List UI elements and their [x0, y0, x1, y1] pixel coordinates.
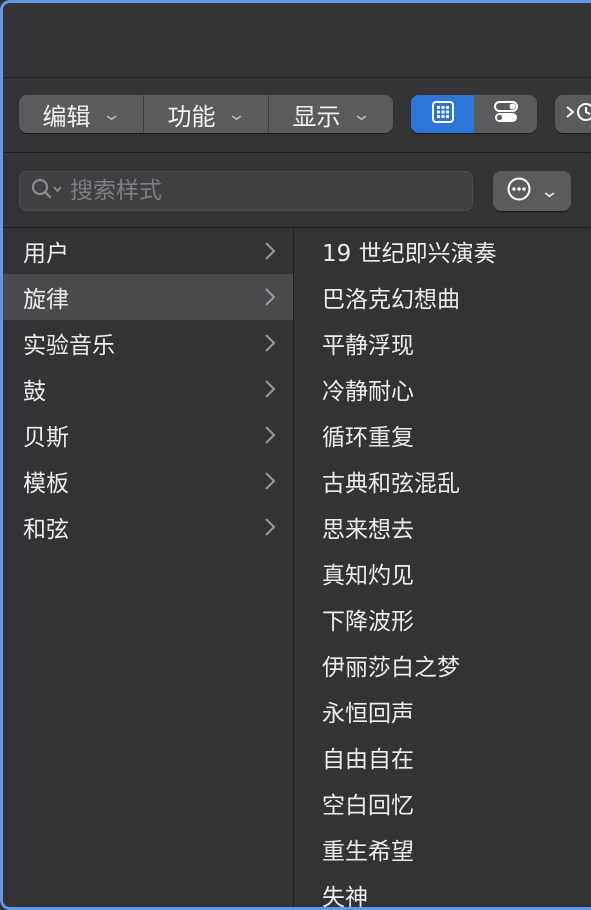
edit-menu-label: 编辑 — [42, 102, 91, 131]
style-item[interactable]: 巴洛克幻想曲 — [294, 274, 591, 320]
chevron-right-icon — [263, 412, 277, 458]
style-item[interactable]: 思来想去 — [294, 504, 591, 550]
search-field[interactable] — [19, 171, 473, 211]
category-label: 贝斯 — [23, 425, 69, 451]
style-item[interactable]: 循环重复 — [294, 412, 591, 458]
grid-view-button[interactable] — [411, 95, 474, 133]
category-label: 实验音乐 — [23, 333, 115, 359]
style-item[interactable]: 下降波形 — [294, 596, 591, 642]
style-item[interactable]: 空白回忆 — [294, 780, 591, 826]
ellipsis-circle-icon — [506, 176, 532, 206]
category-item-bass[interactable]: 贝斯 — [3, 412, 293, 458]
chevron-right-icon — [263, 320, 277, 366]
function-menu-button[interactable]: 功能 ⌄ — [144, 95, 269, 133]
toggle-switches-icon — [492, 99, 520, 129]
display-menu-button[interactable]: 显示 ⌄ — [269, 95, 393, 133]
menu-segmented-control: 编辑 ⌄ 功能 ⌄ 显示 ⌄ — [19, 95, 393, 133]
style-item[interactable]: 古典和弦混乱 — [294, 458, 591, 504]
options-button[interactable]: ⌄ — [493, 171, 571, 211]
style-list: 19 世纪即兴演奏 巴洛克幻想曲 平静浮现 冷静耐心 循环重复 古典和弦混乱 思… — [294, 228, 591, 907]
category-item-drums[interactable]: 鼓 — [3, 366, 293, 412]
category-item-experimental[interactable]: 实验音乐 — [3, 320, 293, 366]
style-item[interactable]: 平静浮现 — [294, 320, 591, 366]
chevron-down-icon: ⌄ — [102, 103, 122, 125]
title-bar — [3, 3, 591, 78]
chevron-down-icon: ⌄ — [352, 103, 372, 125]
category-list: 用户 旋律 实验音乐 鼓 贝斯 模板 和弦 — [3, 228, 294, 907]
category-label: 鼓 — [23, 379, 46, 405]
display-menu-label: 显示 — [292, 102, 341, 131]
function-menu-label: 功能 — [167, 102, 216, 131]
category-label: 和弦 — [23, 517, 69, 543]
edit-menu-button[interactable]: 编辑 ⌄ — [19, 95, 144, 133]
search-input[interactable] — [68, 177, 452, 205]
style-item[interactable]: 真知灼见 — [294, 550, 591, 596]
category-item-template[interactable]: 模板 — [3, 458, 293, 504]
style-item[interactable]: 19 世纪即兴演奏 — [294, 228, 591, 274]
search-row: ⌄ — [3, 153, 591, 228]
style-item[interactable]: 失神 — [294, 872, 591, 907]
style-item[interactable]: 冷静耐心 — [294, 366, 591, 412]
style-item[interactable]: 重生希望 — [294, 826, 591, 872]
category-label: 用户 — [23, 241, 69, 267]
chevron-down-icon: ⌄ — [540, 180, 560, 202]
chevron-right-clock-icon — [563, 99, 591, 129]
toolbar: 编辑 ⌄ 功能 ⌄ 显示 ⌄ — [3, 78, 591, 153]
category-item-user[interactable]: 用户 — [3, 228, 293, 274]
chevron-right-icon — [263, 274, 277, 320]
more-toolbar-button[interactable] — [555, 95, 591, 133]
style-browser: 用户 旋律 实验音乐 鼓 贝斯 模板 和弦 19 世纪即兴演奏 巴洛克幻想曲 平… — [3, 228, 591, 907]
style-item[interactable]: 伊丽莎白之梦 — [294, 642, 591, 688]
grid-view-icon — [430, 99, 456, 129]
view-toggle — [411, 95, 537, 133]
chevron-right-icon — [263, 366, 277, 412]
style-item[interactable]: 永恒回声 — [294, 688, 591, 734]
chevron-right-icon — [263, 228, 277, 274]
chevron-right-icon — [263, 504, 277, 550]
style-item[interactable]: 自由自在 — [294, 734, 591, 780]
category-item-melody[interactable]: 旋律 — [3, 274, 293, 320]
search-icon[interactable] — [30, 177, 64, 205]
category-item-chords[interactable]: 和弦 — [3, 504, 293, 550]
chevron-down-icon: ⌄ — [227, 103, 247, 125]
chevron-right-icon — [263, 458, 277, 504]
category-label: 模板 — [23, 471, 69, 497]
category-label: 旋律 — [23, 287, 69, 313]
window: 编辑 ⌄ 功能 ⌄ 显示 ⌄ 搜索样式 ⌄ 用户 旋律 实验音乐 鼓 贝斯 模板… — [0, 0, 591, 910]
toggles-view-button[interactable] — [474, 95, 537, 133]
